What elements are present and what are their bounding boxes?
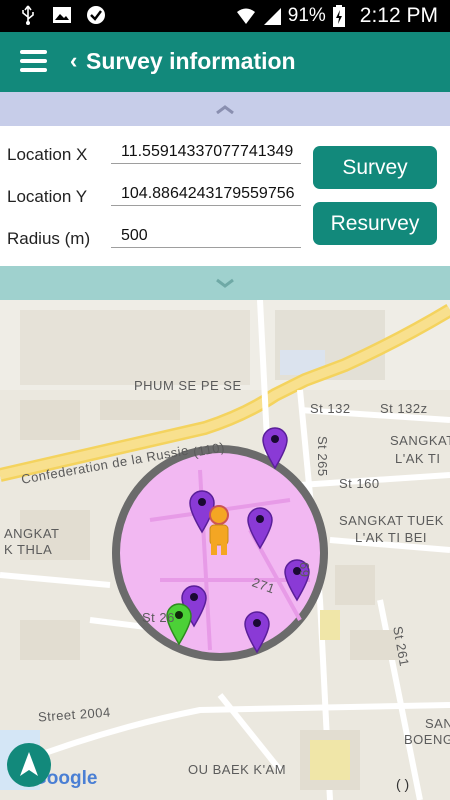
signal-icon <box>263 8 281 25</box>
clock: 2:12 PM <box>359 4 438 27</box>
map-label: ANGKAT <box>4 526 60 541</box>
location-x-label: Location X <box>7 145 88 164</box>
image-icon <box>53 7 71 23</box>
map-label: SANGKAT <box>390 433 450 448</box>
compass-button[interactable] <box>7 743 51 787</box>
radius-label: Radius (m) <box>7 229 91 248</box>
resurvey-button[interactable]: Resurvey <box>313 202 437 245</box>
status-bar: 91% 2:12 PM <box>0 0 450 32</box>
map-view[interactable]: PHUM SE PE SE Confederation de la Russie… <box>0 300 450 800</box>
page-title: Survey information <box>86 48 296 74</box>
location-y-label: Location Y <box>7 187 88 206</box>
map-label: L'AK TI <box>395 451 441 466</box>
collapse-panel-button[interactable] <box>0 92 450 126</box>
survey-button[interactable]: Survey <box>313 146 437 189</box>
location-x-input[interactable] <box>111 140 301 164</box>
chevron-down-icon <box>216 278 234 288</box>
map-label: OU BAEK K'AM <box>188 762 287 777</box>
map-label: SANGKAT TUEK <box>339 513 444 528</box>
wifi-icon <box>236 8 255 24</box>
battery-icon <box>332 5 345 27</box>
map-label: St 132 <box>310 401 351 416</box>
map-label: St 26 <box>142 610 175 625</box>
map-label: PHUM SE PE SE <box>134 378 242 393</box>
map-label: 69 <box>297 562 312 578</box>
radius-input[interactable] <box>111 224 301 248</box>
expand-panel-button[interactable] <box>0 266 450 300</box>
survey-radius-circle <box>112 445 328 661</box>
location-y-input[interactable] <box>111 182 301 206</box>
menu-icon[interactable] <box>20 50 47 72</box>
map-label: St 160 <box>339 476 380 491</box>
usb-icon <box>22 5 34 25</box>
map-attribution: ( ) <box>396 776 410 792</box>
survey-form: Location X Location Y Radius (m) Survey … <box>0 126 450 266</box>
map-label: L'AK TI BEI <box>355 530 428 545</box>
radius-row: Radius (m) <box>0 210 305 252</box>
map-label: K THLA <box>4 542 53 557</box>
battery-percent: 91% <box>287 5 326 26</box>
map-label: St 132z <box>380 401 428 416</box>
check-icon <box>87 6 105 24</box>
map-canvas <box>0 300 450 800</box>
chevron-left-icon[interactable]: ‹ <box>70 48 77 74</box>
app-bar: ‹ Survey information <box>0 32 450 92</box>
location-y-row: Location Y <box>0 168 305 210</box>
map-label: St 265 <box>315 436 330 477</box>
map-label: BOENG <box>404 732 450 747</box>
location-x-row: Location X <box>0 126 305 168</box>
navigation-arrow-icon <box>20 752 38 776</box>
map-label: SAN <box>425 716 450 731</box>
chevron-up-icon <box>216 105 234 114</box>
